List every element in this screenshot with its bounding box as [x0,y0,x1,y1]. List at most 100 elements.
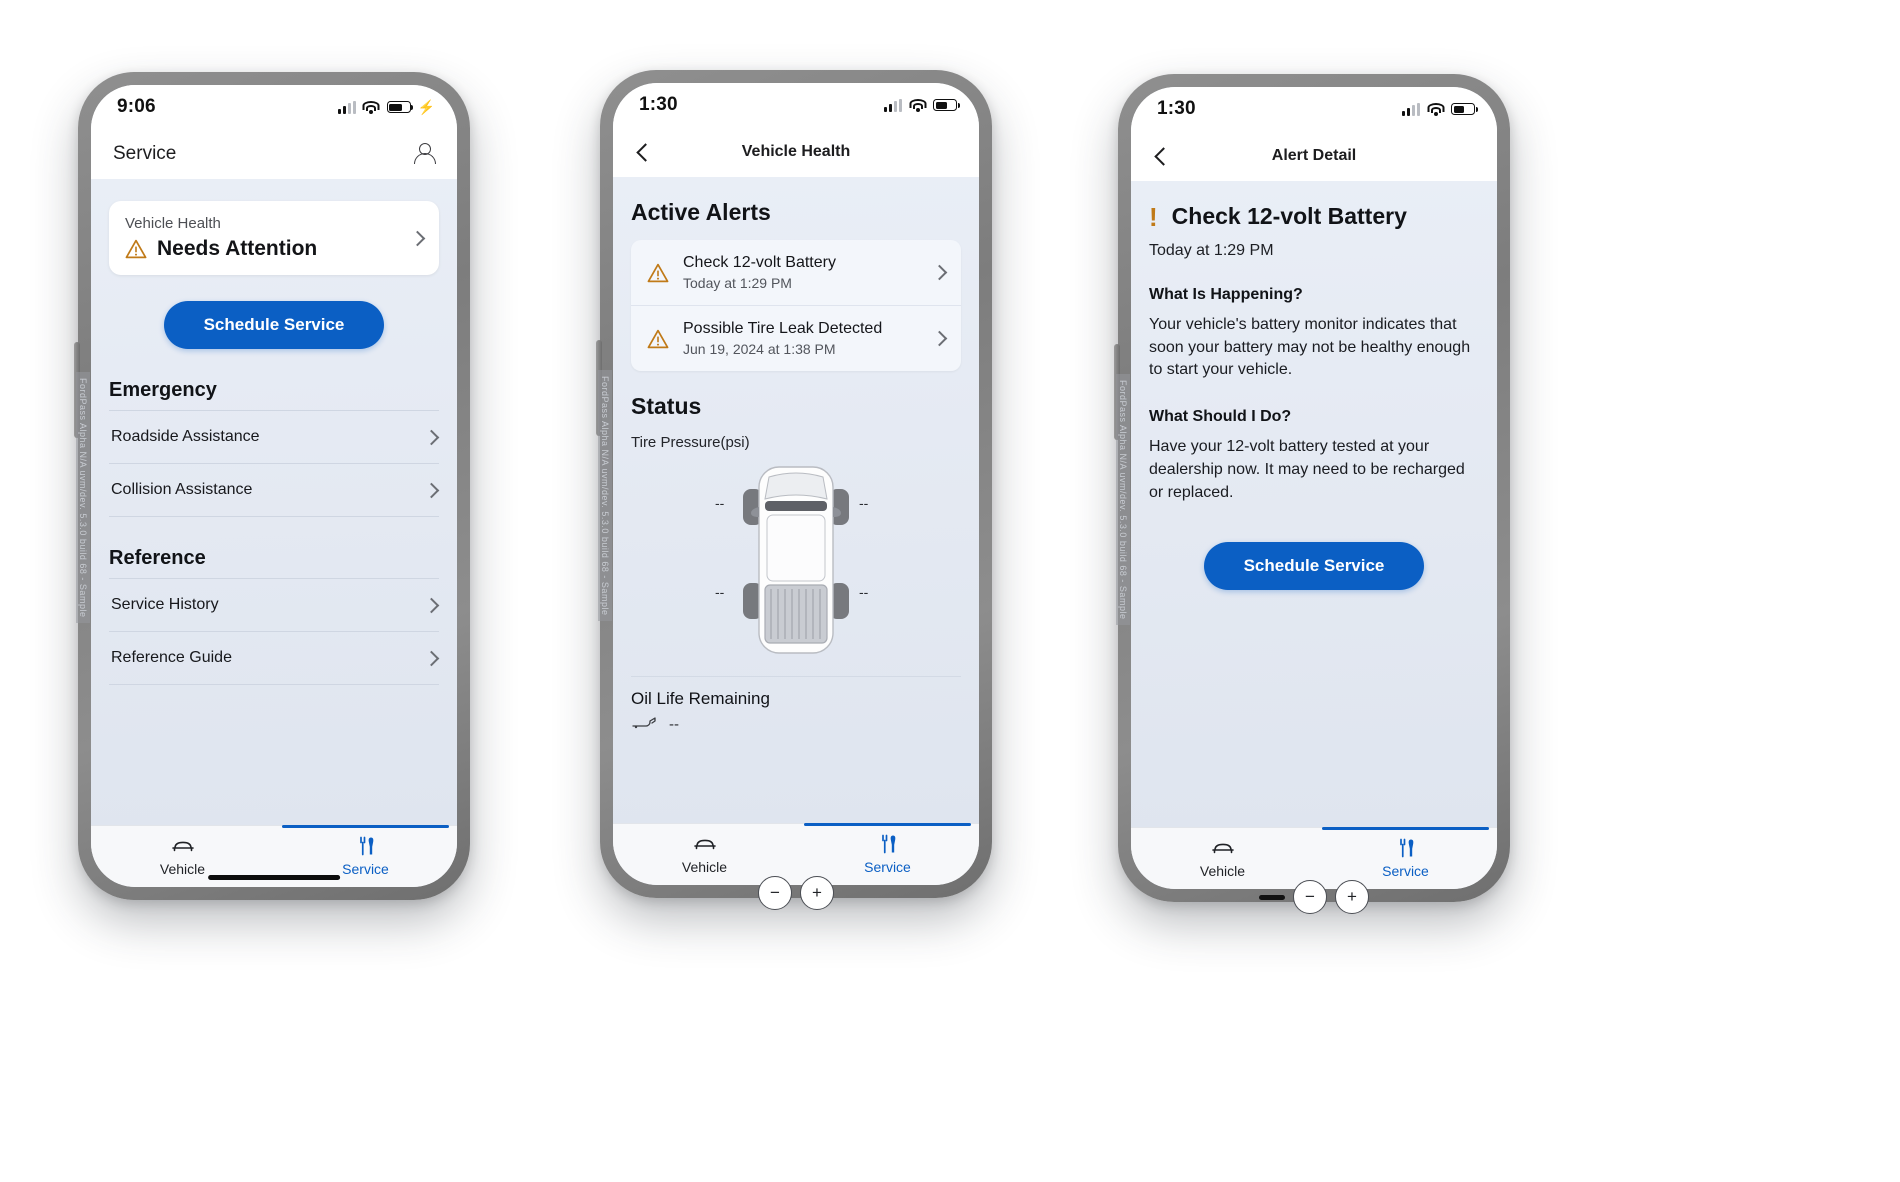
alert-item-check-battery[interactable]: Check 12-volt Battery Today at 1:29 PM [631,240,961,305]
phone-3-zoom-controls: − + [1259,880,1369,914]
question-what-should-i-do: What Should I Do? [1149,408,1292,426]
phone-2-status-bar: 1:30 [613,83,979,127]
oil-life-value-row: -- [631,715,961,734]
alert-time: Today at 1:29 PM [683,275,792,291]
phone-2-zoom-controls: − + [758,876,834,910]
vehicle-health-status: Needs Attention [125,237,402,261]
screenshot-canvas: FordPass Alpha N/A uvm/dev. 5.3.0 build … [0,0,1900,1182]
alert-time: Jun 19, 2024 at 1:38 PM [683,341,836,357]
charging-bolt-icon: ⚡ [417,99,435,115]
wifi-icon [1427,102,1444,116]
reference-list: Service History Reference Guide [109,578,440,685]
phone-2-vehicle-health-screen: FordPass Alpha N/A uvm/dev. 5.3.0 build … [596,70,992,910]
list-item-label: Roadside Assistance [111,428,260,445]
signal-bars-icon [337,100,356,114]
answer-what-is-happening: Your vehicle's battery monitor indicates… [1149,316,1471,379]
oil-life-label: Oil Life Remaining [631,689,770,708]
chevron-right-icon [423,650,440,666]
active-alerts-list: Check 12-volt Battery Today at 1:29 PM P… [631,240,961,371]
phone-1-sections: Emergency Roadside Assistance Collision … [91,379,457,685]
phone-1-status-bar: 9:06 ⚡ [91,85,457,129]
phone-1-nav-bar: Service [91,129,457,179]
chevron-right-icon [931,330,948,347]
phone-2-screen: 1:30 Vehicle Health Active Alerts Check … [613,83,979,885]
phone-2-content: Active Alerts Check 12-volt Battery Toda… [613,177,979,823]
phone-3-inner: ! Check 12-volt Battery Today at 1:29 PM… [1131,181,1497,591]
tab-label: Service [864,859,911,875]
tire-pressure-diagram: -- -- -- -- [631,457,961,662]
phone-2-nav-bar: Vehicle Health [613,127,979,177]
home-indicator [1259,894,1285,900]
status-icons [884,98,960,112]
schedule-service-button[interactable]: Schedule Service [163,301,385,349]
alert-title: Possible Tire Leak Detected [683,320,883,337]
oil-can-icon [631,715,657,734]
exclamation-icon: ! [1149,201,1158,232]
phone-1-tab-bar: Vehicle Service [91,825,457,887]
chevron-left-icon[interactable] [636,142,655,162]
phone-3-screen: 1:30 Alert Detail ! Check 12-volt Batter… [1131,87,1497,889]
chevron-right-icon [423,429,440,445]
section-title-reference: Reference [109,547,206,569]
warning-triangle-icon [647,263,669,283]
active-alerts-heading: Active Alerts [631,199,771,225]
status-clock: 1:30 [639,94,678,115]
alert-detail-header: ! Check 12-volt Battery [1149,181,1479,230]
signal-bars-icon [1402,102,1420,116]
list-item-label: Service History [111,596,219,613]
status-icons [1402,102,1478,116]
status-clock: 1:30 [1157,98,1196,119]
alert-detail-title: Check 12-volt Battery [1171,203,1407,229]
zoom-out-button[interactable]: − [758,876,792,910]
list-item-collision-assistance[interactable]: Collision Assistance [109,464,440,517]
wrench-screwdriver-icon [877,834,899,854]
phone-1-watermark: FordPass Alpha N/A uvm/dev. 5.3.0 build … [76,372,90,624]
list-item-roadside-assistance[interactable]: Roadside Assistance [109,411,440,464]
car-icon [1210,838,1236,858]
phone-3-watermark: FordPass Alpha N/A uvm/dev. 5.3.0 build … [1116,374,1130,626]
phone-1-service-screen: FordPass Alpha N/A uvm/dev. 5.3.0 build … [74,72,470,900]
vehicle-health-status-text: Needs Attention [157,237,318,260]
tab-label: Vehicle [681,859,728,875]
wifi-icon [909,98,926,112]
warning-triangle-icon [647,329,669,349]
list-item-label: Reference Guide [111,649,232,666]
zoom-in-button[interactable]: + [1335,880,1369,914]
page-title: Vehicle Health [741,143,851,160]
alert-item-tire-leak[interactable]: Possible Tire Leak Detected Jun 19, 2024… [631,305,961,371]
wrench-screwdriver-icon [1395,838,1417,858]
person-icon[interactable] [413,143,436,165]
chevron-right-icon [931,264,948,281]
answer-what-should-i-do: Have your 12-volt battery tested at your… [1149,438,1465,501]
car-icon [170,836,196,856]
zoom-in-button[interactable]: + [800,876,834,910]
phone-3-alert-detail-screen: FordPass Alpha N/A uvm/dev. 5.3.0 build … [1114,74,1510,914]
vehicle-health-card[interactable]: Vehicle Health Needs Attention [109,201,439,275]
page-title: Alert Detail [1271,147,1357,164]
tab-label: Vehicle [1199,863,1246,879]
section-divider [631,676,961,677]
question-what-is-happening: What Is Happening? [1149,286,1303,303]
chevron-right-icon [409,230,426,246]
section-title-emergency: Emergency [109,379,217,401]
phone-3-nav-bar: Alert Detail [1131,131,1497,181]
battery-icon [1451,103,1478,115]
signal-bars-icon [884,98,902,112]
battery-charging-icon [386,101,414,113]
tab-label: Service [342,861,389,877]
alert-item-text: Possible Tire Leak Detected Jun 19, 2024… [683,320,910,357]
schedule-service-button[interactable]: Schedule Service [1203,542,1425,591]
zoom-out-button[interactable]: − [1293,880,1327,914]
list-item-label: Collision Assistance [111,481,253,498]
tab-label: Vehicle [159,861,206,877]
chevron-left-icon[interactable] [1154,146,1173,166]
home-indicator [208,875,340,880]
car-icon [692,834,718,854]
phone-3-status-bar: 1:30 [1131,87,1497,131]
chevron-right-icon [423,597,440,613]
phone-1-screen: 9:06 ⚡ Service Vehicle Health Needs Atte… [91,85,457,887]
wifi-icon [362,100,380,114]
list-item-reference-guide[interactable]: Reference Guide [109,632,440,685]
list-item-service-history[interactable]: Service History [109,579,440,632]
alert-title: Check 12-volt Battery [683,254,836,271]
